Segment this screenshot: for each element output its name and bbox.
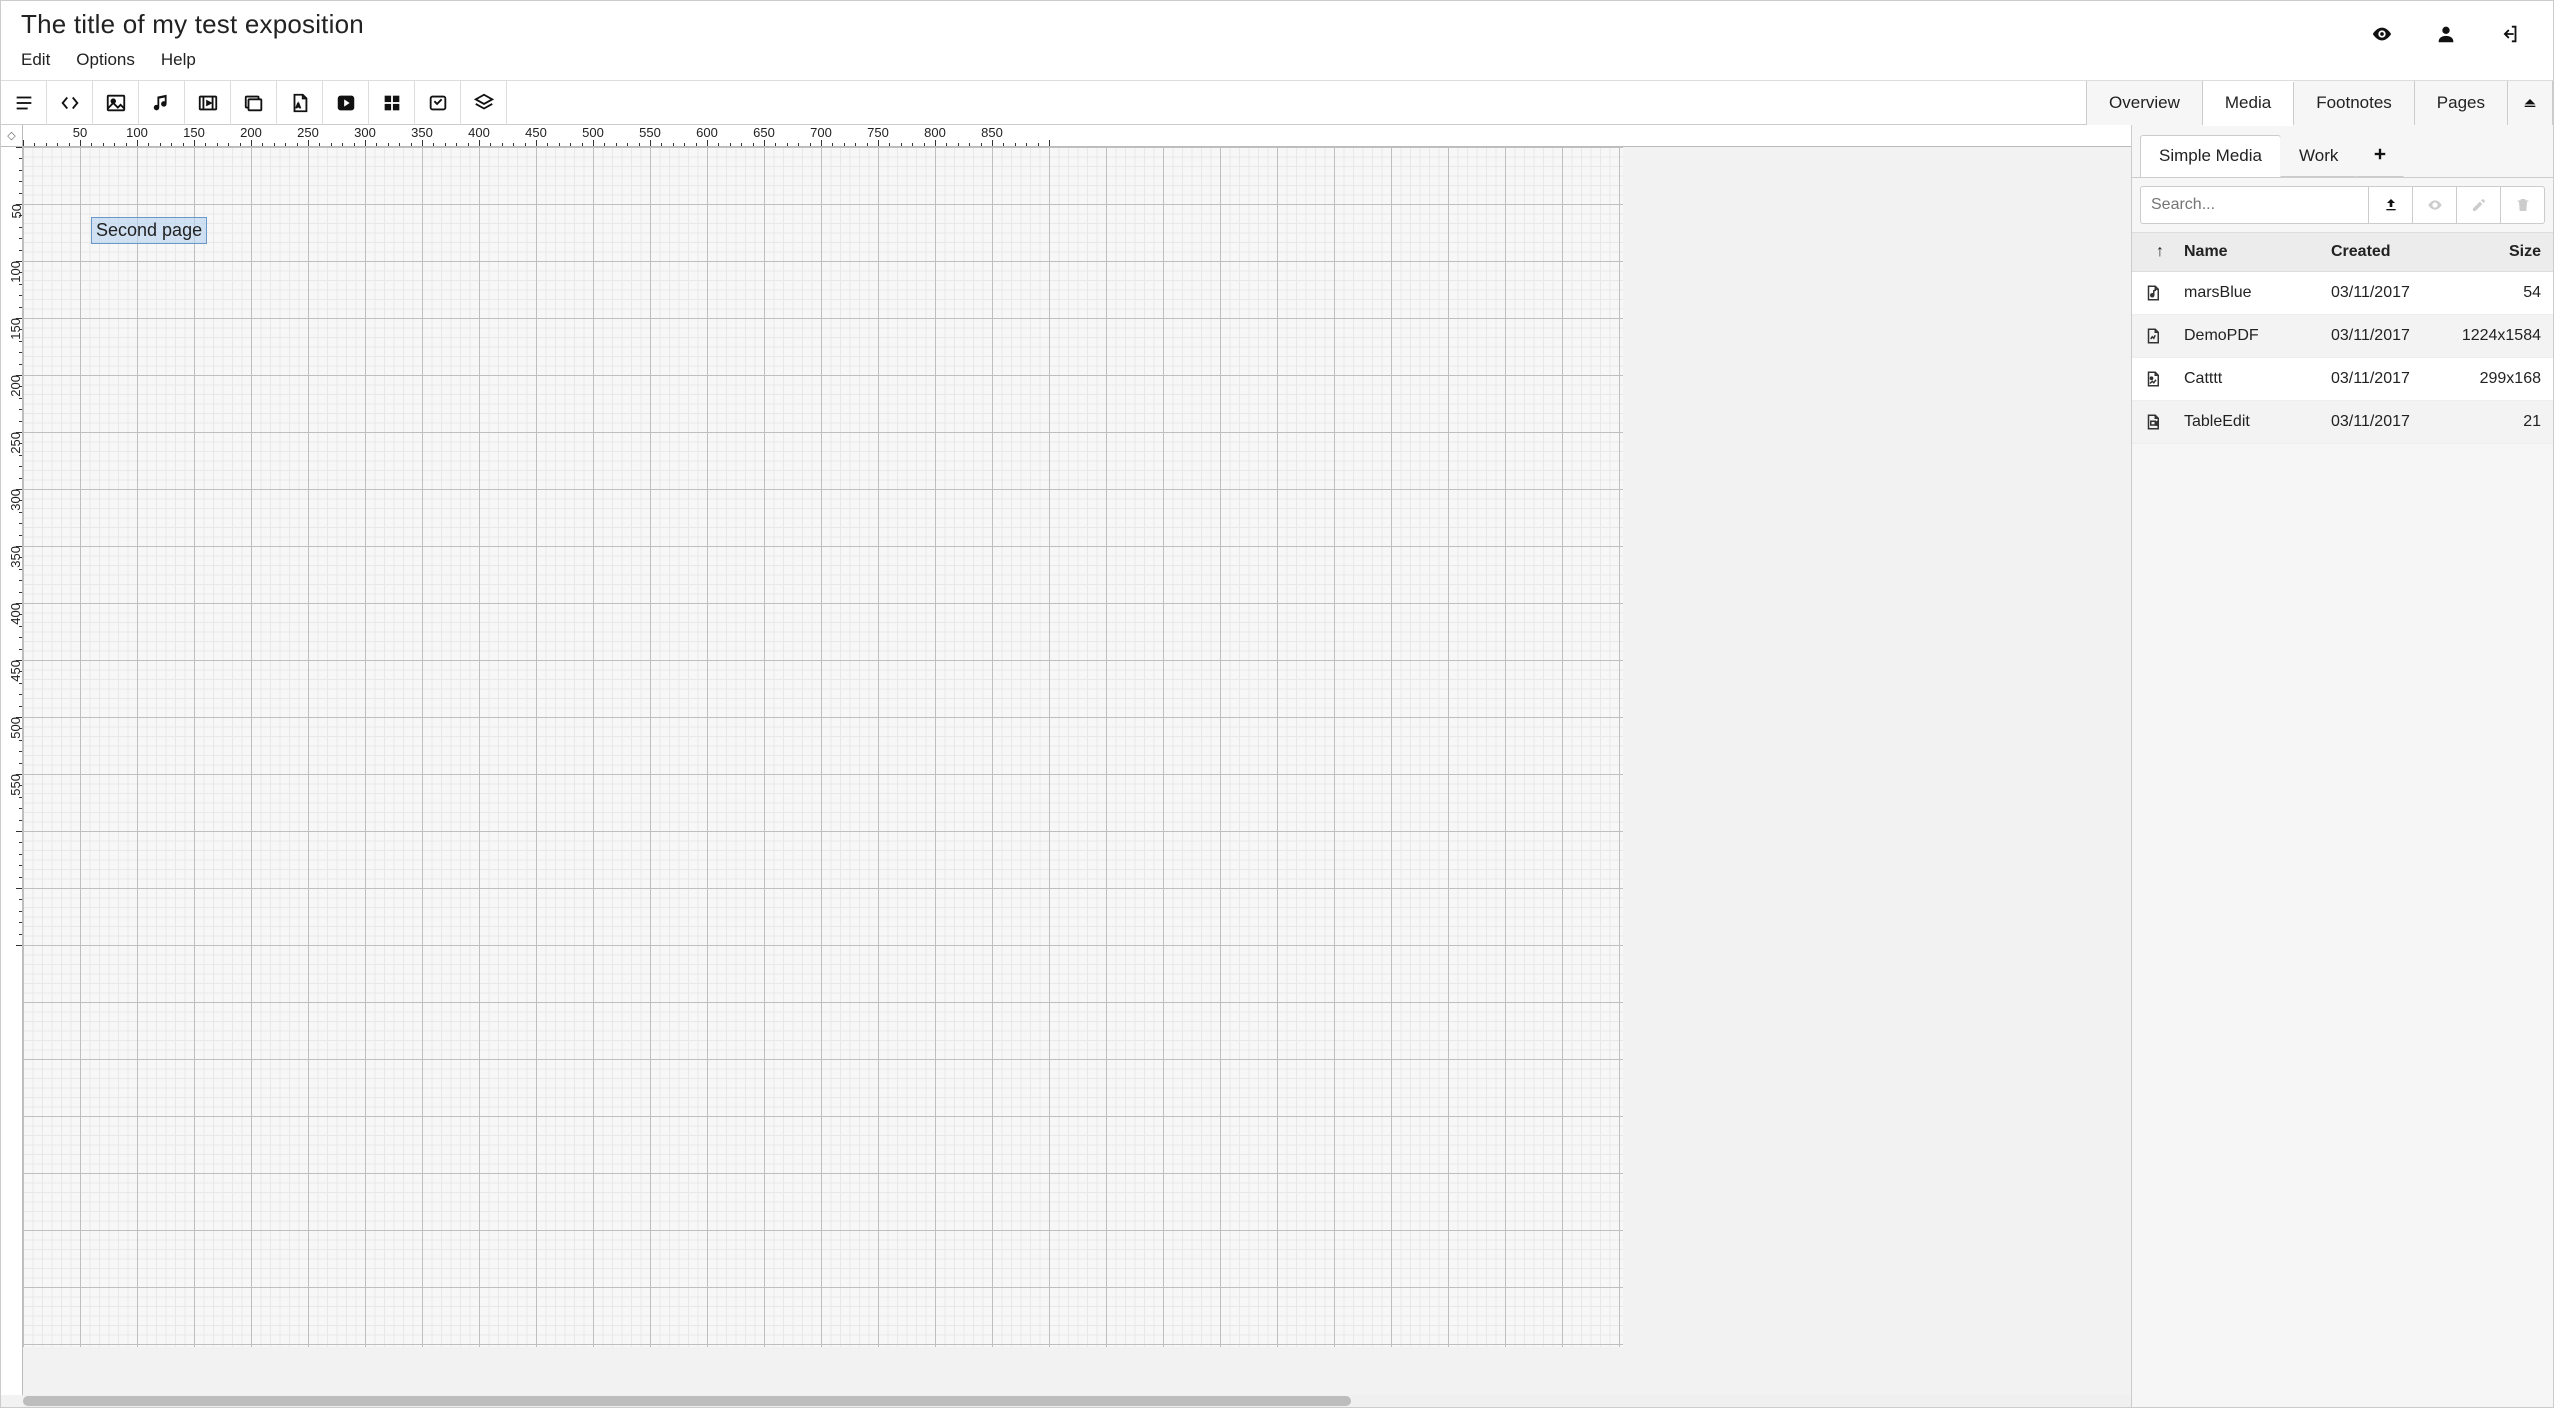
media-created: 03/11/2017	[2331, 370, 2441, 388]
subtab-add[interactable]	[2356, 135, 2404, 177]
toolbar: A Overview Media Footnotes Pages	[1, 81, 2553, 125]
media-row[interactable]: TableEdit03/11/201721	[2132, 401, 2553, 444]
subtab-work[interactable]: Work	[2280, 135, 2357, 177]
edit-media-button[interactable]	[2457, 186, 2501, 224]
media-created: 03/11/2017	[2331, 284, 2441, 302]
media-size: 21	[2441, 413, 2541, 431]
tool-slideshow[interactable]	[231, 81, 277, 125]
tool-text[interactable]	[1, 81, 47, 125]
scrollbar-horizontal[interactable]	[23, 1395, 2131, 1407]
media-name: marsBlue	[2176, 284, 2331, 302]
exit-icon[interactable]	[2499, 23, 2529, 53]
ruler-horizontal: 5010015020025030035040045050055060065070…	[23, 125, 2131, 147]
menu-help[interactable]: Help	[161, 50, 196, 70]
tool-shape[interactable]	[369, 81, 415, 125]
user-icon[interactable]	[2435, 23, 2465, 53]
file-type-icon	[2144, 284, 2176, 302]
tool-pdf[interactable]: A	[277, 81, 323, 125]
col-created[interactable]: Created	[2331, 243, 2441, 261]
col-sort[interactable]: ↑	[2144, 243, 2176, 261]
tool-html[interactable]	[47, 81, 93, 125]
media-table-header: ↑ Name Created Size	[2132, 232, 2553, 272]
header: The title of my test exposition Edit Opt…	[1, 1, 2553, 81]
ruler-vertical: 50100150200250300350400450500550	[1, 147, 23, 1395]
media-created: 03/11/2017	[2331, 327, 2441, 345]
page-title: The title of my test exposition	[21, 9, 2533, 40]
media-row[interactable]: DemoPDF03/11/20171224x1584	[2132, 315, 2553, 358]
svg-text:A: A	[296, 103, 300, 109]
menubar: Edit Options Help	[21, 46, 2533, 80]
upload-button[interactable]	[2369, 186, 2413, 224]
tab-overview[interactable]: Overview	[2087, 81, 2203, 125]
canvas-text-item[interactable]: Second page	[91, 217, 207, 244]
media-name: DemoPDF	[2176, 327, 2331, 345]
media-name: Catttt	[2176, 370, 2331, 388]
preview-icon[interactable]	[2371, 23, 2401, 53]
canvas[interactable]: Second page	[23, 147, 2131, 1395]
tab-collapse[interactable]	[2508, 81, 2553, 125]
subtab-simple-media[interactable]: Simple Media	[2140, 135, 2281, 177]
tool-video[interactable]	[185, 81, 231, 125]
media-row[interactable]: marsBlue03/11/201754	[2132, 272, 2553, 315]
menu-options[interactable]: Options	[76, 50, 135, 70]
delete-media-button[interactable]	[2501, 186, 2545, 224]
media-size: 299x168	[2441, 370, 2541, 388]
tab-footnotes[interactable]: Footnotes	[2294, 81, 2415, 125]
media-size: 1224x1584	[2441, 327, 2541, 345]
col-size[interactable]: Size	[2441, 243, 2541, 261]
media-panel: Simple Media Work ↑ Name Created Size ma…	[2131, 125, 2553, 1407]
search-input[interactable]	[2140, 186, 2369, 224]
tab-pages[interactable]: Pages	[2415, 81, 2508, 125]
tool-audio[interactable]	[139, 81, 185, 125]
tool-layers[interactable]	[461, 81, 507, 125]
menu-edit[interactable]: Edit	[21, 50, 50, 70]
file-type-icon	[2144, 327, 2176, 345]
media-name: TableEdit	[2176, 413, 2331, 431]
ruler-origin: ◇	[1, 125, 23, 147]
media-created: 03/11/2017	[2331, 413, 2441, 431]
tool-image[interactable]	[93, 81, 139, 125]
file-type-icon	[2144, 370, 2176, 388]
preview-media-button[interactable]	[2413, 186, 2457, 224]
file-type-icon	[2144, 413, 2176, 431]
tab-media[interactable]: Media	[2203, 82, 2294, 126]
tool-object[interactable]	[415, 81, 461, 125]
media-row[interactable]: Catttt03/11/2017299x168	[2132, 358, 2553, 401]
tool-play[interactable]	[323, 81, 369, 125]
col-name[interactable]: Name	[2176, 243, 2331, 261]
canvas-area: ◇ 50100150200250300350400450500550600650…	[1, 125, 2131, 1407]
media-size: 54	[2441, 284, 2541, 302]
